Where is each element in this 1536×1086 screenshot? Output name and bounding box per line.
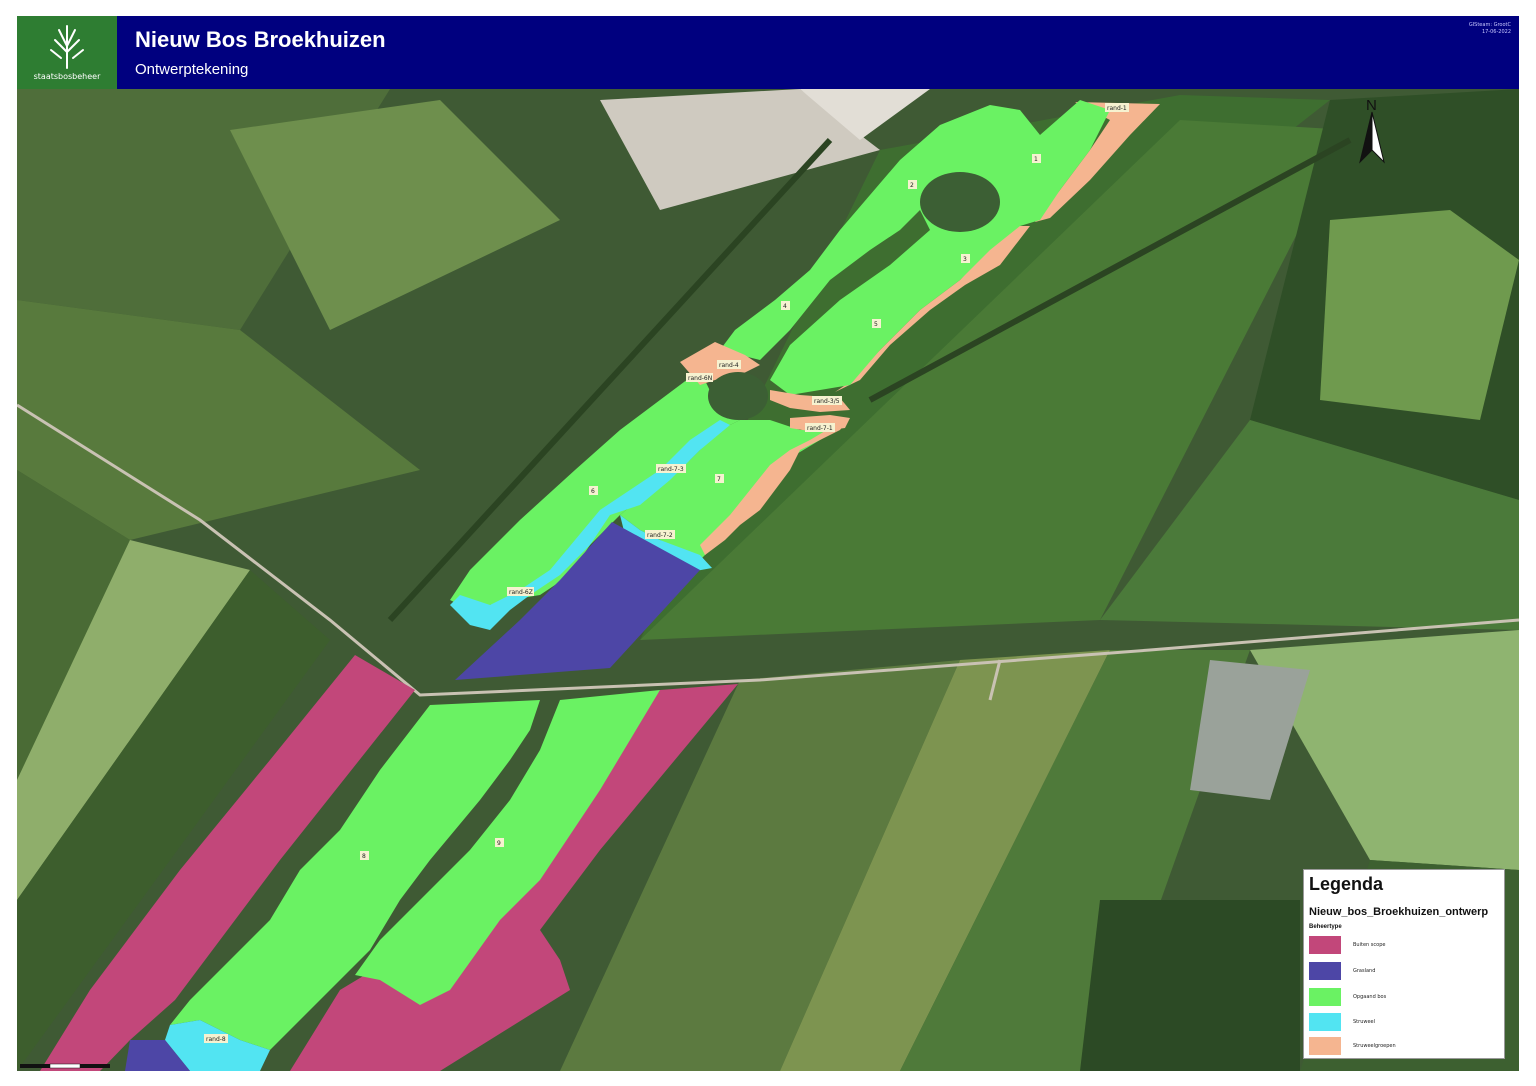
edge-label-rand-7-3: rand-7-3 — [658, 466, 684, 473]
legend-group-name: Beheertype — [1309, 924, 1342, 930]
page-subtitle: Ontwerptekening — [135, 61, 249, 78]
edge-label-rand-4: rand-4 — [719, 362, 739, 369]
meta-date: 17-06-2022 — [1481, 29, 1511, 35]
legend-label: Grasland — [1353, 968, 1376, 974]
edge-label-rand-6N: rand-6N — [688, 375, 712, 382]
parcel-label-6: 6 — [591, 488, 595, 495]
area-dark-wetland — [708, 372, 768, 420]
legend-item: Struweel — [1309, 1013, 1499, 1033]
north-label: N — [1366, 97, 1377, 114]
tree-icon — [50, 25, 84, 69]
edge-label-rand-1: rand-1 — [1107, 105, 1127, 112]
parcel-label-8: 8 — [362, 853, 366, 860]
parcel-label-9: 9 — [497, 840, 501, 847]
legend-label: Opgaand bos — [1353, 994, 1387, 1000]
legend-swatch — [1309, 988, 1341, 1006]
map-canvas[interactable]: 1 2 3 4 5 6 7 8 9 rand-1 rand-4 rand-6N — [17, 89, 1519, 1071]
edge-label-rand-7-2: rand-7-2 — [647, 532, 673, 539]
legend-label: Buiten scope — [1353, 942, 1386, 948]
logo-text: staatsbosbeheer — [33, 72, 101, 81]
edge-label-rand-35: rand-3/5 — [814, 398, 840, 405]
legend-swatch — [1309, 1037, 1341, 1055]
legend-item: Buiten scope — [1309, 936, 1499, 956]
page-title: Nieuw Bos Broekhuizen — [135, 27, 386, 52]
staatsbosbeheer-logo: staatsbosbeheer — [17, 16, 117, 89]
edge-label-rand-7-1: rand-7-1 — [807, 425, 833, 432]
legend-item: Grasland — [1309, 962, 1499, 982]
map-svg[interactable]: 1 2 3 4 5 6 7 8 9 rand-1 rand-4 rand-6N — [17, 89, 1519, 1071]
parcel-label-2: 2 — [910, 182, 914, 189]
legend-item: Opgaand bos — [1309, 988, 1499, 1008]
parcel-label-3: 3 — [963, 256, 967, 263]
legend-title: Legenda — [1309, 874, 1384, 894]
map-legend: Legenda Nieuw_bos_Broekhuizen_ontwerp Be… — [1303, 869, 1505, 1059]
parcel-label-7: 7 — [717, 476, 721, 483]
parcel-label-5: 5 — [874, 321, 878, 328]
edge-label-rand-6Z: rand-6Z — [509, 589, 533, 596]
legend-swatch — [1309, 962, 1341, 980]
meta-author: GISteam: GrootC — [1468, 22, 1511, 28]
legend-label: Struweelgroepen — [1353, 1043, 1396, 1049]
parcel-label-1: 1 — [1034, 156, 1038, 163]
legend-swatch — [1309, 1013, 1341, 1031]
map-meta: GISteam: GrootC 17-06-2022 — [1469, 22, 1511, 36]
map-header: staatsbosbeheer Nieuw Bos Broekhuizen On… — [17, 16, 1519, 89]
legend-swatch — [1309, 936, 1341, 954]
scale-bar — [20, 1063, 110, 1069]
legend-layer-name: Nieuw_bos_Broekhuizen_ontwerp — [1309, 906, 1489, 918]
legend-item: Struweelgroepen — [1309, 1037, 1499, 1057]
parcel-label-4: 4 — [783, 303, 787, 310]
area-dark-wetland-2 — [920, 172, 1000, 232]
legend-label: Struweel — [1353, 1019, 1375, 1025]
edge-label-rand-8: rand-8 — [206, 1036, 226, 1043]
